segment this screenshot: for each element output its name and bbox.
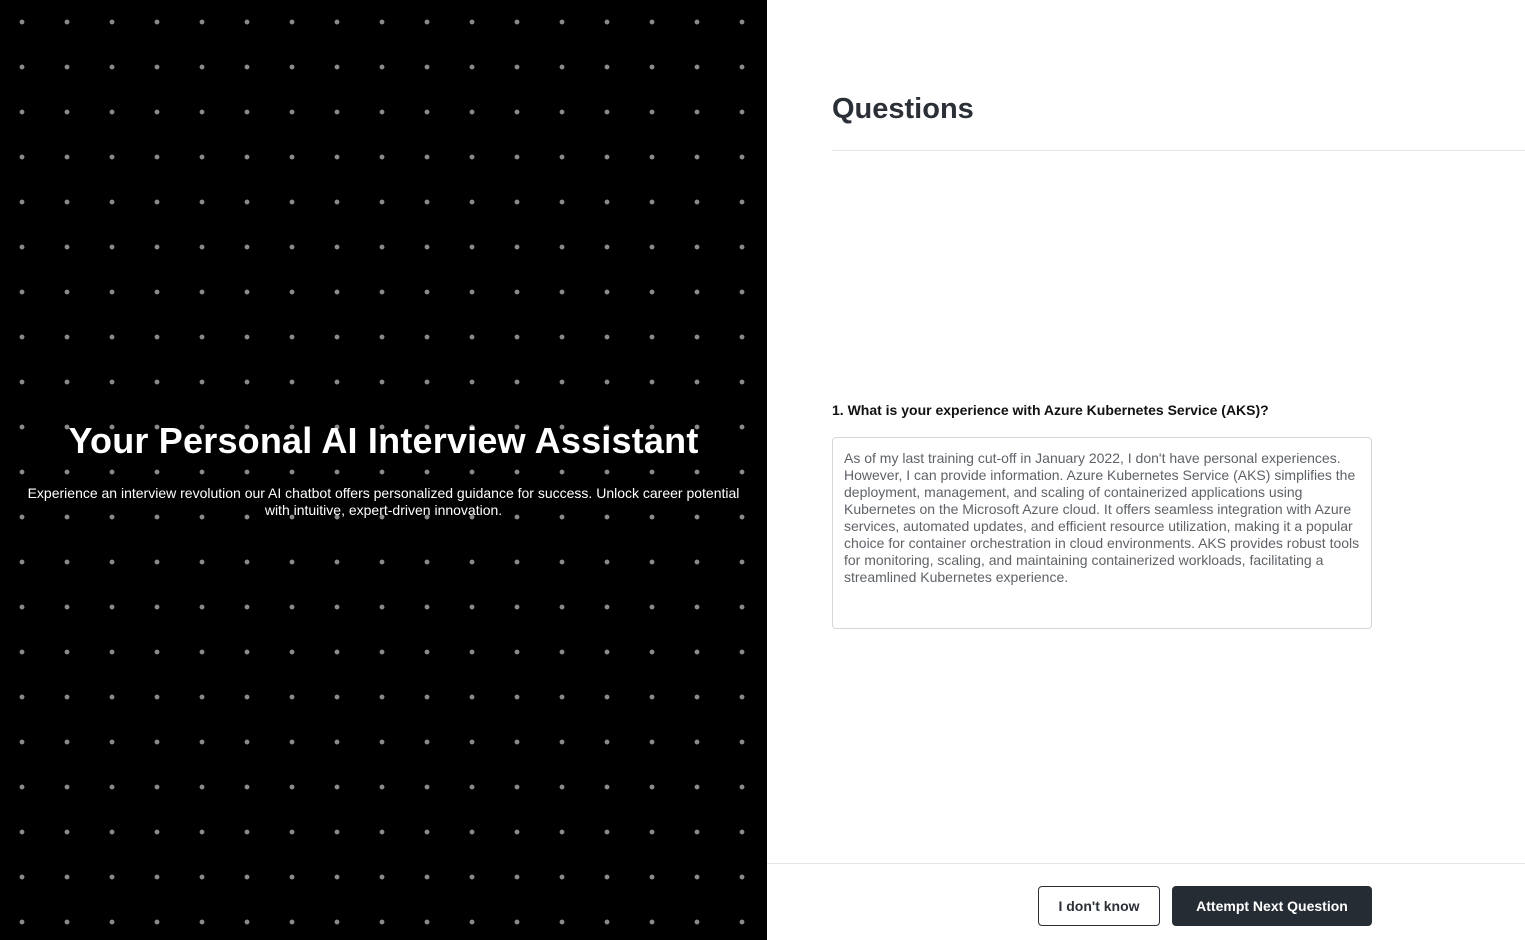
hero-panel: Your Personal AI Interview Assistant Exp… [0, 0, 767, 940]
hero-subtitle: Experience an interview revolution our A… [27, 485, 740, 518]
app-page: Your Personal AI Interview Assistant Exp… [0, 0, 1525, 940]
heading-divider [832, 150, 1525, 151]
next-question-button[interactable]: Attempt Next Question [1172, 886, 1372, 926]
footer-divider [767, 863, 1525, 864]
answer-textarea[interactable]: As of my last training cut-off in Januar… [832, 437, 1372, 629]
questions-panel: Questions 1. What is your experience wit… [767, 0, 1525, 940]
page-title: Questions [832, 93, 974, 125]
hero-title: Your Personal AI Interview Assistant [68, 420, 699, 461]
question-label: 1. What is your experience with Azure Ku… [832, 402, 1269, 418]
dont-know-button[interactable]: I don't know [1038, 886, 1160, 926]
